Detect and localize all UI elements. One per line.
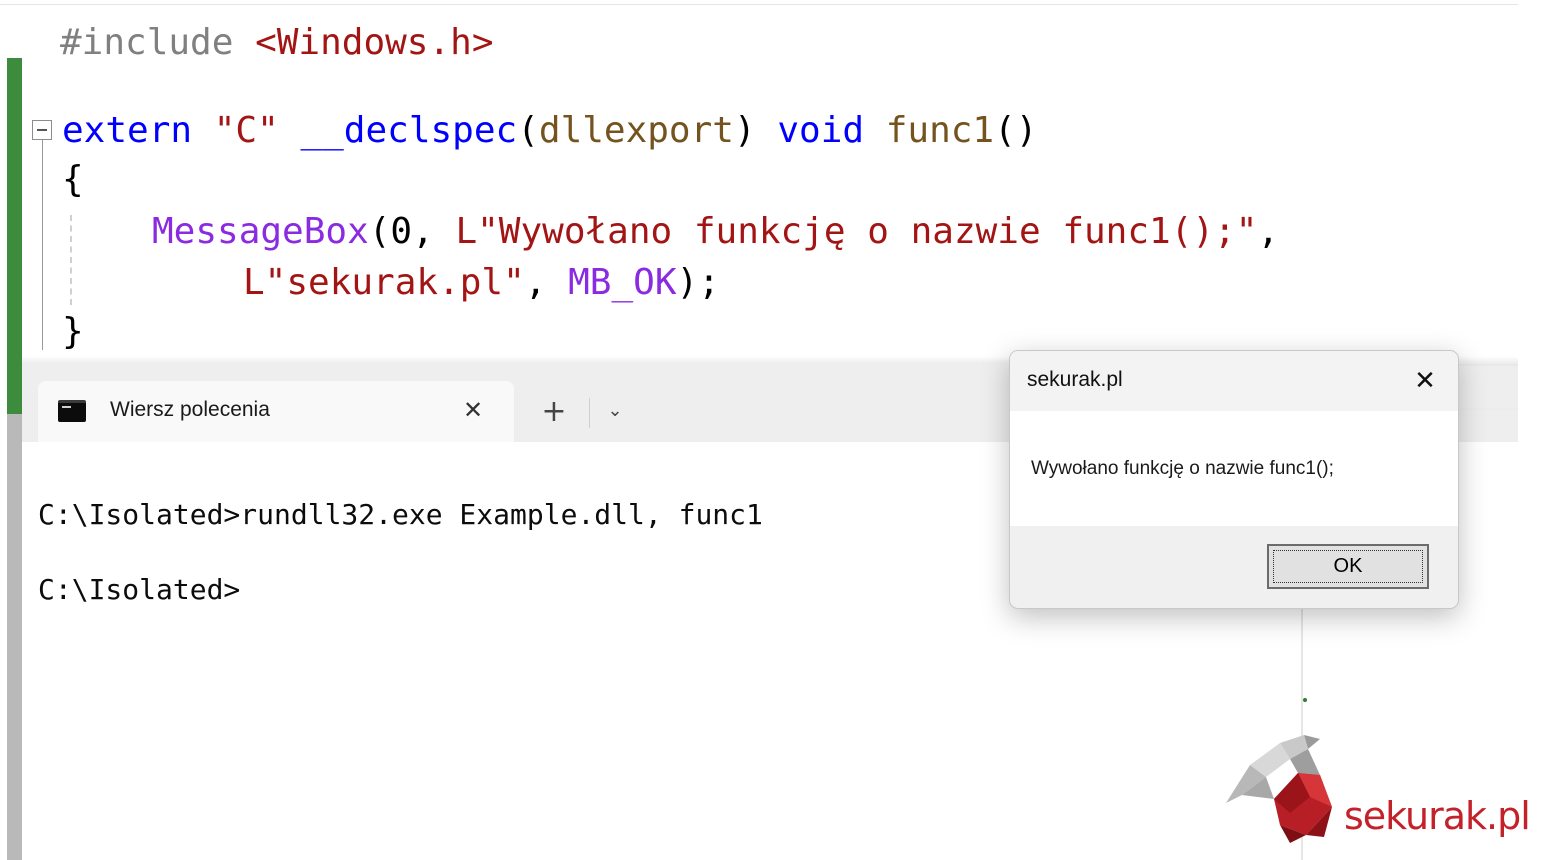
chevron-down-icon[interactable]: ⌄ (600, 396, 630, 426)
sekurak-logo: sekurak.pl (1220, 725, 1531, 855)
keyword-extern: extern (62, 110, 193, 151)
dllexport-attribute: dllexport (538, 110, 734, 151)
message-box-title: sekurak.pl (1027, 368, 1123, 391)
call-end: ); (676, 262, 720, 303)
message-box-titlebar: sekurak.pl ✕ (1010, 351, 1458, 411)
message-string-literal: L"Wywołano funkcję o nazwie func1();" (455, 211, 1258, 252)
declspec-close-paren: ) (733, 110, 756, 151)
close-icon[interactable]: ✕ (1408, 365, 1442, 397)
code-line-open-brace: { (62, 159, 84, 200)
arg-comma: , (1257, 211, 1280, 252)
message-box-content: Wywołano funkcję o nazwie func1(); (1010, 411, 1458, 526)
background-marker (1303, 698, 1307, 702)
ok-button[interactable]: OK (1267, 544, 1429, 589)
keyword-void: void (777, 110, 865, 151)
collapse-minus-icon[interactable] (32, 120, 52, 140)
tab-separator (589, 398, 590, 428)
code-line-messagebox-args: L"sekurak.pl", MB_OK); (243, 259, 720, 307)
change-tracking-bar (7, 58, 22, 414)
close-icon[interactable]: ✕ (458, 395, 488, 425)
preprocessor-directive: #include (60, 22, 234, 63)
code-line-messagebox-call: MessageBox(0, L"Wywołano funkcję o nazwi… (152, 208, 1279, 256)
mb-ok-macro: MB_OK (568, 262, 677, 303)
logo-wordmark: sekurak.pl (1344, 794, 1531, 838)
call-args-start: (0, (368, 211, 456, 252)
tab-label: Wiersz polecenia (110, 398, 270, 421)
tab-command-prompt[interactable]: Wiersz polecenia ✕ (38, 381, 514, 442)
terminal-command-line: C:\Isolated>rundll32.exe Example.dll, fu… (38, 498, 763, 531)
fold-guide-line (42, 140, 43, 350)
code-line-include: #include <Windows.h> (60, 19, 494, 67)
function-parens: () (994, 110, 1038, 151)
keyword-declspec: __declspec (300, 110, 518, 151)
focus-rectangle (1273, 550, 1423, 583)
indent-guide (70, 215, 72, 305)
linkage-string: "C" (213, 110, 279, 151)
messagebox-function: MessageBox (152, 211, 369, 252)
editor-left-edge (7, 414, 22, 860)
arg-separator: , (524, 262, 569, 303)
message-box-dialog: sekurak.pl ✕ Wywołano funkcję o nazwie f… (1009, 350, 1459, 609)
sekurak-bird-icon (1226, 735, 1332, 843)
include-header: <Windows.h> (255, 22, 494, 63)
declspec-open-paren: ( (517, 110, 539, 151)
code-line-close-brace: } (62, 311, 84, 352)
plus-icon[interactable]: + (536, 394, 572, 430)
message-box-text: Wywołano funkcję o nazwie func1(); (1031, 458, 1334, 479)
terminal-prompt-line: C:\Isolated> (38, 573, 241, 606)
top-divider (0, 4, 1518, 5)
function-name: func1 (885, 110, 995, 151)
caption-string-literal: L"sekurak.pl" (243, 262, 525, 303)
code-line-declaration: extern "C" __declspec(dllexport) void fu… (62, 107, 1037, 155)
command-prompt-icon (58, 400, 86, 422)
